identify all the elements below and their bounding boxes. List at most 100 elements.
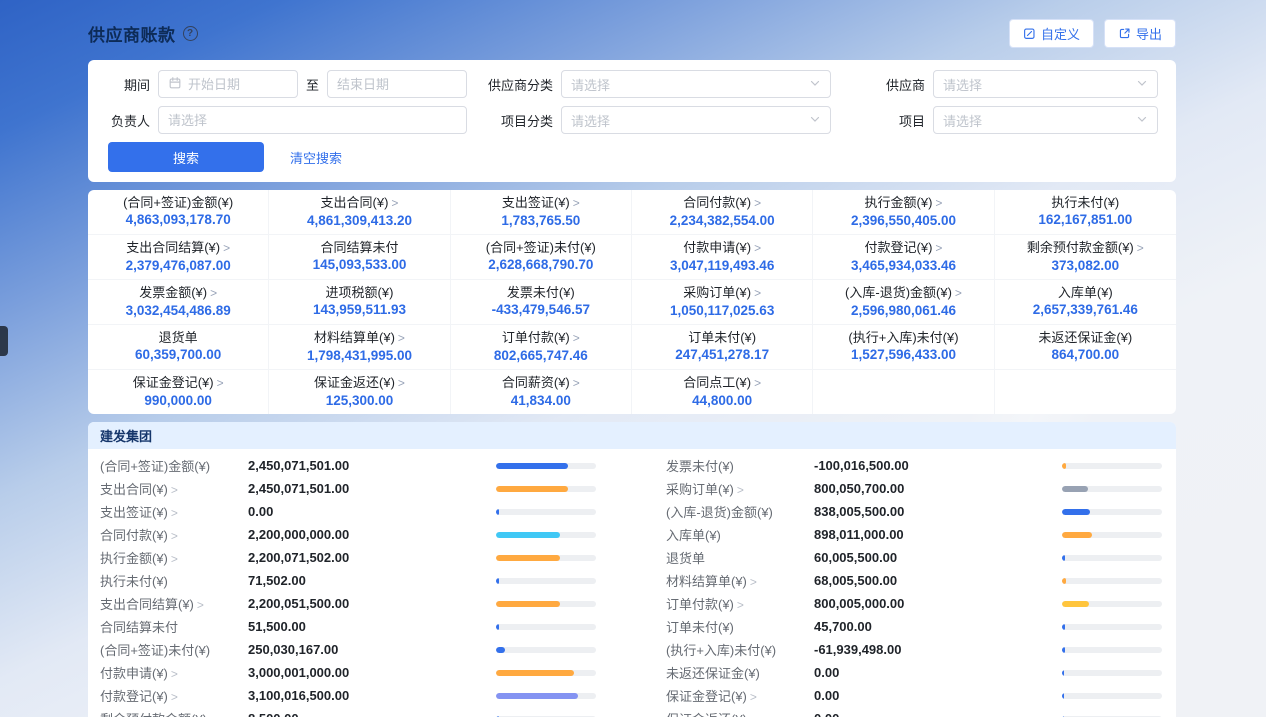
drilldown-arrow-icon[interactable]: >	[737, 598, 744, 612]
detail-row: 未返还保证金(¥) 0.00	[666, 661, 1162, 684]
drilldown-arrow-icon[interactable]: >	[210, 286, 217, 300]
metric-label: 退货单	[159, 330, 198, 345]
drilldown-arrow-icon[interactable]: >	[935, 241, 942, 255]
metric-bar-fill	[1062, 555, 1065, 561]
metric-value: 0.00	[814, 688, 1062, 703]
summary-cell[interactable]: 保证金返还(¥)> 125,300.00	[269, 370, 450, 414]
metric-bar-fill	[1062, 509, 1090, 515]
drilldown-arrow-icon[interactable]: >	[217, 376, 224, 390]
supplier-label: 供应商	[875, 75, 925, 94]
drilldown-arrow-icon[interactable]: >	[171, 529, 178, 543]
drilldown-arrow-icon[interactable]: >	[737, 483, 744, 497]
metric-label: 入库单(¥)	[1058, 285, 1113, 300]
drilldown-arrow-icon[interactable]: >	[754, 196, 761, 210]
clear-search-link[interactable]: 清空搜索	[290, 148, 342, 167]
project-select[interactable]: 请选择	[933, 106, 1158, 134]
metric-bar	[496, 693, 596, 699]
summary-cell: 退货单 60,359,700.00	[88, 325, 269, 370]
summary-cell[interactable]: (入库-退货)金额(¥)> 2,596,980,061.46	[813, 280, 994, 325]
metric-label: 执行未付(¥)	[1051, 195, 1119, 210]
metric-label: 执行金额(¥)	[100, 551, 168, 566]
summary-cell[interactable]: 支出合同(¥)> 4,861,309,413.20	[269, 190, 450, 235]
metric-value: 3,100,016,500.00	[248, 688, 496, 703]
metric-bar-fill	[1062, 578, 1066, 584]
customize-button[interactable]: 自定义	[1009, 19, 1094, 48]
summary-cell[interactable]: 订单付款(¥)> 802,665,747.46	[451, 325, 632, 370]
drilldown-arrow-icon[interactable]: >	[171, 667, 178, 681]
edit-icon	[1023, 27, 1036, 40]
owner-field[interactable]	[168, 113, 457, 128]
drilldown-arrow-icon[interactable]: >	[754, 241, 761, 255]
drilldown-arrow-icon[interactable]: >	[210, 713, 217, 717]
chevron-down-icon	[1136, 77, 1148, 92]
metric-value: 125,300.00	[273, 392, 445, 410]
drilldown-arrow-icon[interactable]: >	[750, 690, 757, 704]
supplier-category-select[interactable]: 请选择	[561, 70, 831, 98]
summary-panel: (合同+签证)金额(¥) 4,863,093,178.70 支出合同(¥)> 4…	[88, 190, 1176, 414]
metric-bar	[496, 463, 596, 469]
end-date-field[interactable]	[337, 77, 457, 92]
end-date-input[interactable]	[327, 70, 467, 98]
summary-cell[interactable]: 采购订单(¥)> 1,050,117,025.63	[632, 280, 813, 325]
summary-cell: 未返还保证金(¥) 864,700.00	[995, 325, 1176, 370]
summary-cell[interactable]: 剩余预付款金额(¥)> 373,082.00	[995, 235, 1176, 280]
drilldown-arrow-icon[interactable]: >	[391, 196, 398, 210]
group-header: 建发集团	[88, 422, 1176, 449]
drilldown-arrow-icon[interactable]: >	[398, 331, 405, 345]
summary-cell[interactable]: 合同点工(¥)> 44,800.00	[632, 370, 813, 414]
detail-row: 剩余预付款金额(¥)> 8,500.00	[100, 707, 596, 717]
summary-cell[interactable]: 执行金额(¥)> 2,396,550,405.00	[813, 190, 994, 235]
main-content: 供应商账款 ? 自定义	[88, 16, 1176, 717]
export-button[interactable]: 导出	[1104, 19, 1176, 48]
summary-cell[interactable]: 保证金登记(¥)> 990,000.00	[88, 370, 269, 414]
drilldown-arrow-icon[interactable]: >	[171, 506, 178, 520]
summary-cell[interactable]: 合同付款(¥)> 2,234,382,554.00	[632, 190, 813, 235]
supplier-select[interactable]: 请选择	[933, 70, 1158, 98]
drilldown-arrow-icon[interactable]: >	[750, 575, 757, 589]
drilldown-arrow-icon[interactable]: >	[573, 376, 580, 390]
drilldown-arrow-icon[interactable]: >	[754, 376, 761, 390]
group-section: 建发集团 (合同+签证)金额(¥) 2,450,071,501.00 支出合同(…	[88, 422, 1176, 717]
drilldown-arrow-icon[interactable]: >	[171, 552, 178, 566]
drilldown-arrow-icon[interactable]: >	[573, 331, 580, 345]
metric-bar	[1062, 624, 1162, 630]
summary-cell[interactable]: 合同薪资(¥)> 41,834.00	[451, 370, 632, 414]
drilldown-arrow-icon[interactable]: >	[955, 286, 962, 300]
drawer-handle[interactable]	[0, 326, 8, 356]
owner-label: 负责人	[108, 111, 150, 130]
summary-cell[interactable]: 材料结算单(¥)> 1,798,431,995.00	[269, 325, 450, 370]
drilldown-arrow-icon[interactable]: >	[223, 241, 230, 255]
metric-label: 保证金登记(¥)	[666, 689, 747, 704]
search-button[interactable]: 搜索	[108, 142, 264, 172]
metric-bar	[496, 532, 596, 538]
owner-input[interactable]	[158, 106, 467, 134]
detail-row: 采购订单(¥)> 800,050,700.00	[666, 477, 1162, 500]
metric-value: 3,465,934,033.46	[817, 257, 989, 275]
summary-cell: (合同+签证)金额(¥) 4,863,093,178.70	[88, 190, 269, 235]
help-icon[interactable]: ?	[183, 26, 198, 41]
group-name: 建发集团	[100, 426, 152, 445]
metric-value: 864,700.00	[999, 346, 1172, 364]
drilldown-arrow-icon[interactable]: >	[171, 483, 178, 497]
metric-label: 发票未付(¥)	[666, 459, 734, 474]
summary-cell[interactable]: 支出合同结算(¥)> 2,379,476,087.00	[88, 235, 269, 280]
start-date-field[interactable]	[188, 77, 288, 92]
metric-label: 付款登记(¥)	[865, 240, 933, 255]
summary-cell[interactable]: 付款申请(¥)> 3,047,119,493.46	[632, 235, 813, 280]
drilldown-arrow-icon[interactable]: >	[1137, 241, 1144, 255]
summary-cell[interactable]: 支出签证(¥)> 1,783,765.50	[451, 190, 632, 235]
project-category-select[interactable]: 请选择	[561, 106, 831, 134]
summary-cell[interactable]: 付款登记(¥)> 3,465,934,033.46	[813, 235, 994, 280]
drilldown-arrow-icon[interactable]: >	[171, 690, 178, 704]
summary-grid: (合同+签证)金额(¥) 4,863,093,178.70 支出合同(¥)> 4…	[88, 190, 1176, 414]
drilldown-arrow-icon[interactable]: >	[197, 598, 204, 612]
summary-cell[interactable]: 发票金额(¥)> 3,032,454,486.89	[88, 280, 269, 325]
metric-label: 采购订单(¥)	[683, 285, 751, 300]
drilldown-arrow-icon[interactable]: >	[935, 196, 942, 210]
drilldown-arrow-icon[interactable]: >	[754, 286, 761, 300]
drilldown-arrow-icon[interactable]: >	[573, 196, 580, 210]
metric-label: 合同结算未付	[320, 240, 398, 255]
drilldown-arrow-icon[interactable]: >	[750, 713, 757, 717]
start-date-input[interactable]	[158, 70, 298, 98]
drilldown-arrow-icon[interactable]: >	[398, 376, 405, 390]
